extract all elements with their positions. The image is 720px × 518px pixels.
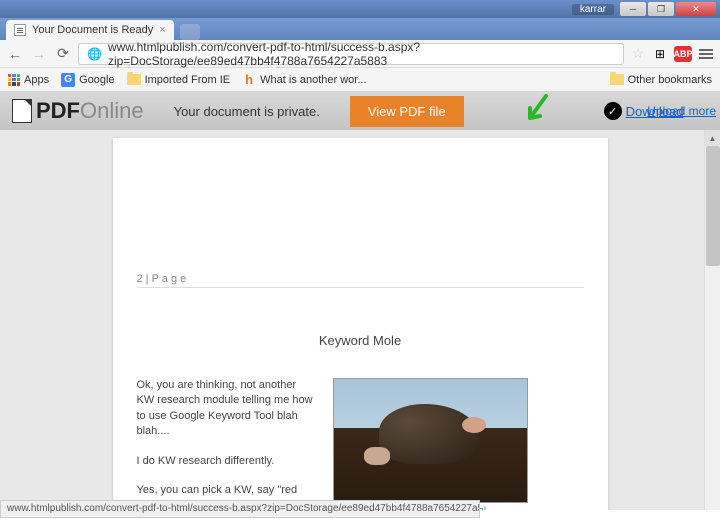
private-message: Your document is private. [174,104,320,119]
window-maximize-button[interactable]: ❐ [648,2,674,16]
window-close-button[interactable]: ✕ [676,2,716,16]
bookmark-label: Other bookmarks [628,74,712,86]
scroll-up-button[interactable]: ▲ [705,130,720,146]
document-image-wrap: Keep Digging! [333,378,584,510]
tab-title: Your Document is Ready [32,24,153,36]
extension-icon[interactable]: ⊞ [652,46,668,62]
google-icon: G [61,73,75,87]
mole-image [333,378,528,503]
pdfonline-logo[interactable]: PDFOnline [12,98,144,124]
document-text-column: Ok, you are thinking, not another KW res… [137,378,317,510]
address-bar: ← → ⟳ 🌐 www.htmlpublish.com/convert-pdf-… [0,40,720,68]
new-tab-button[interactable] [180,24,200,40]
bookmark-star-icon[interactable]: ☆ [630,46,646,62]
url-text: www.htmlpublish.com/convert-pdf-to-html/… [108,40,615,68]
upload-more-link[interactable]: Upload more [647,104,716,118]
status-bar: www.htmlpublish.com/convert-pdf-to-html/… [0,500,480,518]
view-pdf-button[interactable]: View PDF file [350,96,464,127]
document-preview-area: 2 | P a g e Keyword Mole Ok, you are thi… [0,130,720,510]
bookmarks-bar: Apps G Google Imported From IE h What is… [0,68,720,92]
window-minimize-button[interactable]: ─ [620,2,646,16]
apps-bookmark[interactable]: Apps [8,74,49,86]
logo-text-light: Online [80,98,144,124]
vertical-scrollbar[interactable]: ▲ [704,130,720,510]
forward-button[interactable]: → [30,45,48,63]
document-title: Keyword Mole [137,333,584,348]
imported-bookmark[interactable]: Imported From IE [127,74,231,86]
browser-tab[interactable]: Your Document is Ready × [6,20,174,40]
window-titlebar: karrar ─ ❐ ✕ [0,0,720,18]
page-header: PDFOnline Your document is private. View… [0,92,720,130]
paragraph: I do KW research differently. [137,454,317,469]
url-input[interactable]: 🌐 www.htmlpublish.com/convert-pdf-to-htm… [78,43,624,65]
hamburger-icon [699,53,713,55]
bookmark-label: What is another wor... [260,74,366,86]
reload-button[interactable]: ⟳ [54,45,72,63]
whatis-bookmark[interactable]: h What is another wor... [242,73,366,87]
checkmark-icon: ✓ [604,102,622,120]
apps-icon [8,74,20,86]
tab-close-icon[interactable]: × [159,24,165,36]
google-bookmark[interactable]: G Google [61,73,114,87]
adblock-icon[interactable]: ABP [674,46,692,62]
bookmark-label: Imported From IE [145,74,231,86]
globe-icon: 🌐 [87,47,102,61]
document-body: Ok, you are thinking, not another KW res… [137,378,584,510]
document-page: 2 | P a g e Keyword Mole Ok, you are thi… [113,138,608,510]
other-bookmarks[interactable]: Other bookmarks [610,74,712,86]
folder-icon [610,74,624,85]
menu-button[interactable] [698,46,714,62]
back-button[interactable]: ← [6,45,24,63]
h-icon: h [242,73,256,87]
folder-icon [127,74,141,85]
document-icon [14,24,26,36]
window-user: karrar [572,4,614,15]
scroll-thumb[interactable] [706,146,720,266]
paragraph: Ok, you are thinking, not another KW res… [137,378,317,440]
page-number: 2 | P a g e [137,273,584,288]
logo-text-bold: PDF [36,98,80,124]
bookmark-label: Google [79,74,114,86]
page-icon [12,99,32,123]
tab-bar: Your Document is Ready × [0,18,720,40]
bookmark-label: Apps [24,74,49,86]
